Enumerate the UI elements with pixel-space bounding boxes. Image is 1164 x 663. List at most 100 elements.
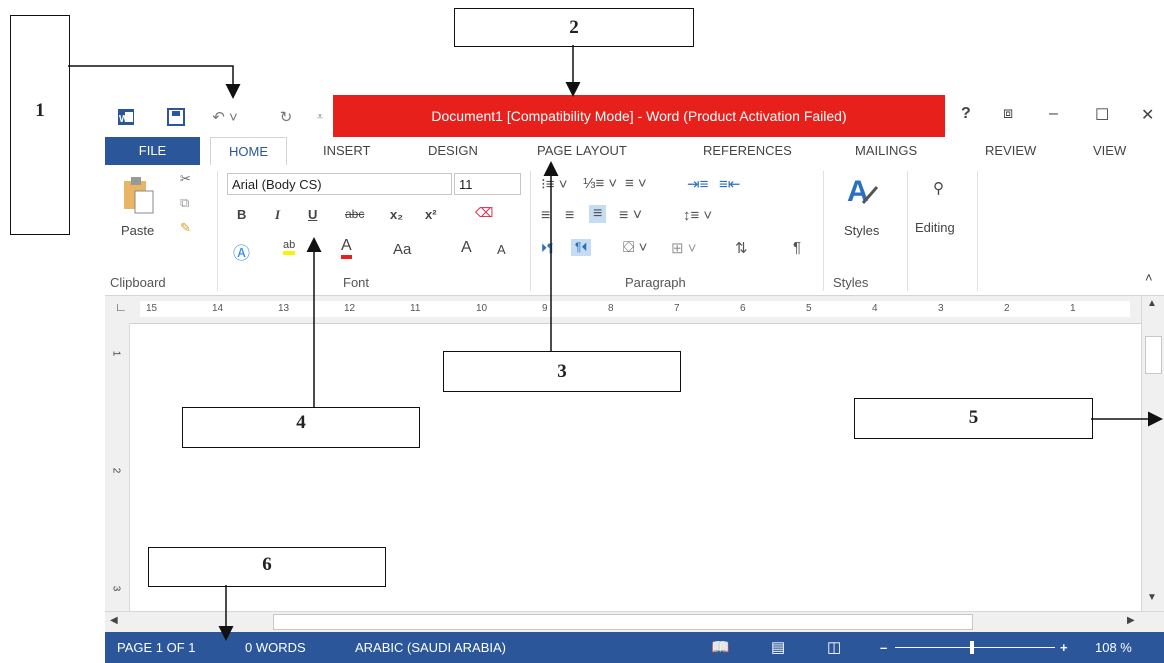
grow-font-button[interactable]: A <box>461 239 472 257</box>
underline-button[interactable]: U <box>308 207 317 222</box>
sort-icon[interactable]: ⇅ <box>735 239 748 257</box>
shrink-font-button[interactable]: A <box>497 242 506 257</box>
ruler-number: 15 <box>146 303 158 314</box>
ribbon-display-button[interactable]: ⧈ <box>1003 105 1013 123</box>
highlight-icon[interactable]: ab <box>283 239 296 255</box>
scroll-up-icon[interactable]: ▲ <box>1147 298 1157 309</box>
callout-1-label: 1 <box>35 100 45 121</box>
rtl-icon[interactable]: ¶⏴ <box>571 239 592 256</box>
clipboard-group-label: Clipboard <box>110 275 166 290</box>
tab-page-layout[interactable]: PAGE LAYOUT <box>537 137 627 165</box>
word-logo-icon[interactable]: W <box>115 107 137 127</box>
cut-icon[interactable]: ✂ <box>180 171 191 187</box>
collapse-ribbon-icon[interactable]: ˄ <box>1145 270 1153 285</box>
scroll-down-icon[interactable]: ▼ <box>1147 592 1157 603</box>
web-layout-icon[interactable]: ◫ <box>827 632 841 663</box>
find-icon[interactable]: ⚲ <box>933 179 944 197</box>
multilevel-list-icon[interactable]: ≡ ˅ <box>625 175 647 192</box>
clear-formatting-icon[interactable]: ⌫ <box>475 205 493 221</box>
ltr-icon[interactable]: ⏵¶ <box>541 241 553 256</box>
font-family-combo[interactable]: Arial (Body CS) <box>227 173 452 195</box>
horizontal-ruler[interactable]: ∟ 15 14 13 12 11 10 9 8 7 6 5 4 3 2 1 <box>105 296 1164 324</box>
save-icon[interactable] <box>165 107 187 127</box>
redo-icon[interactable]: ↻ <box>275 107 297 127</box>
font-color-icon[interactable]: A <box>341 237 352 259</box>
vruler-number: 1 <box>110 350 122 357</box>
increase-indent-icon[interactable]: ≡⇤ <box>719 175 740 193</box>
align-center-icon[interactable]: ≡ <box>565 207 574 225</box>
separator <box>823 171 824 291</box>
hscroll-thumb[interactable] <box>273 614 973 630</box>
callout-3: 3 <box>443 351 681 392</box>
print-layout-icon[interactable]: ▤ <box>771 632 785 663</box>
ruler-number: 11 <box>410 303 421 314</box>
vertical-ruler[interactable]: 1 2 3 <box>105 323 130 613</box>
close-button[interactable]: ✕ <box>1141 105 1154 125</box>
svg-text:A: A <box>847 175 869 208</box>
paste-button[interactable]: Paste <box>121 223 154 238</box>
align-right-icon[interactable]: ≡ <box>541 207 550 225</box>
italic-button[interactable]: I <box>275 207 280 223</box>
tab-design[interactable]: DESIGN <box>428 137 478 165</box>
borders-icon[interactable]: ⊞ ˅ <box>671 239 697 257</box>
scroll-thumb[interactable] <box>1145 336 1162 374</box>
ruler-number: 5 <box>806 303 812 314</box>
justify-icon[interactable]: ≡ ˅ <box>619 207 642 225</box>
font-size-combo[interactable]: 11 <box>454 173 521 195</box>
zoom-out-button[interactable]: – <box>880 632 887 663</box>
bold-button[interactable]: B <box>237 207 246 222</box>
styles-button[interactable]: Styles <box>844 223 879 238</box>
format-painter-icon[interactable]: ✎ <box>180 220 191 236</box>
numbering-icon[interactable]: ⅓≡ ˅ <box>583 175 617 192</box>
undo-icon[interactable]: ↶ ˅ <box>210 107 240 127</box>
scroll-left-icon[interactable]: ◀ <box>110 615 118 626</box>
styles-icon[interactable]: A <box>845 173 879 212</box>
help-button[interactable]: ? <box>961 105 971 123</box>
editing-button[interactable]: Editing <box>915 220 955 235</box>
shading-icon[interactable]: ⛋ ˅ <box>623 239 647 256</box>
read-mode-icon[interactable]: 📖 <box>711 632 730 663</box>
page-count[interactable]: PAGE 1 OF 1 <box>117 632 196 663</box>
tab-home[interactable]: HOME <box>210 137 287 167</box>
paragraph-group-label: Paragraph <box>625 275 686 290</box>
change-case-button[interactable]: Aa <box>393 241 411 258</box>
tab-review[interactable]: REVIEW <box>985 137 1036 165</box>
customize-icon[interactable]: ⩡ <box>313 107 327 127</box>
vertical-scrollbar[interactable]: ▲ ▼ <box>1141 296 1164 611</box>
bullets-icon[interactable]: ⁝≡ ˅ <box>541 175 567 193</box>
tab-view[interactable]: VIEW <box>1093 137 1126 165</box>
show-marks-icon[interactable]: ¶ <box>793 239 801 256</box>
tab-selector-icon[interactable]: ∟ <box>115 300 127 314</box>
word-count[interactable]: 0 WORDS <box>245 632 306 663</box>
scroll-right-icon[interactable]: ▶ <box>1127 615 1135 626</box>
maximize-button[interactable]: ☐ <box>1095 105 1109 125</box>
zoom-level[interactable]: 108 % <box>1095 632 1132 663</box>
text-effects-icon[interactable]: Ⓐ <box>233 239 250 264</box>
line-spacing-icon[interactable]: ↕≡ ˅ <box>683 207 712 224</box>
font-group-label: Font <box>343 275 370 290</box>
tab-insert[interactable]: INSERT <box>323 137 370 165</box>
zoom-slider[interactable] <box>895 647 1055 648</box>
tab-references[interactable]: REFERENCES <box>703 137 792 165</box>
align-left-icon[interactable]: ≡ <box>589 205 607 223</box>
callout-6-label: 6 <box>262 554 272 575</box>
svg-text:W: W <box>119 114 129 125</box>
subscript-button[interactable]: x₂ <box>390 207 403 222</box>
separator <box>907 171 908 291</box>
arrow-1 <box>68 65 241 99</box>
tab-mailings[interactable]: MAILINGS <box>855 137 917 165</box>
separator <box>530 171 531 291</box>
tab-file[interactable]: FILE <box>105 137 200 165</box>
copy-icon[interactable]: ⧉ <box>180 195 189 211</box>
horizontal-scrollbar[interactable]: ◀ ▶ <box>105 611 1164 632</box>
ruler-number: 14 <box>212 303 224 314</box>
paste-icon[interactable] <box>121 175 155 218</box>
zoom-slider-thumb[interactable] <box>970 641 974 654</box>
language-indicator[interactable]: ARABIC (SAUDI ARABIA) <box>355 632 506 663</box>
minimize-button[interactable]: – <box>1049 105 1058 123</box>
zoom-in-button[interactable]: + <box>1060 632 1068 663</box>
superscript-button[interactable]: x² <box>425 207 437 222</box>
decrease-indent-icon[interactable]: ⇥≡ <box>687 175 708 193</box>
ruler-number: 10 <box>476 303 488 314</box>
strikethrough-button[interactable]: abc <box>345 207 364 221</box>
